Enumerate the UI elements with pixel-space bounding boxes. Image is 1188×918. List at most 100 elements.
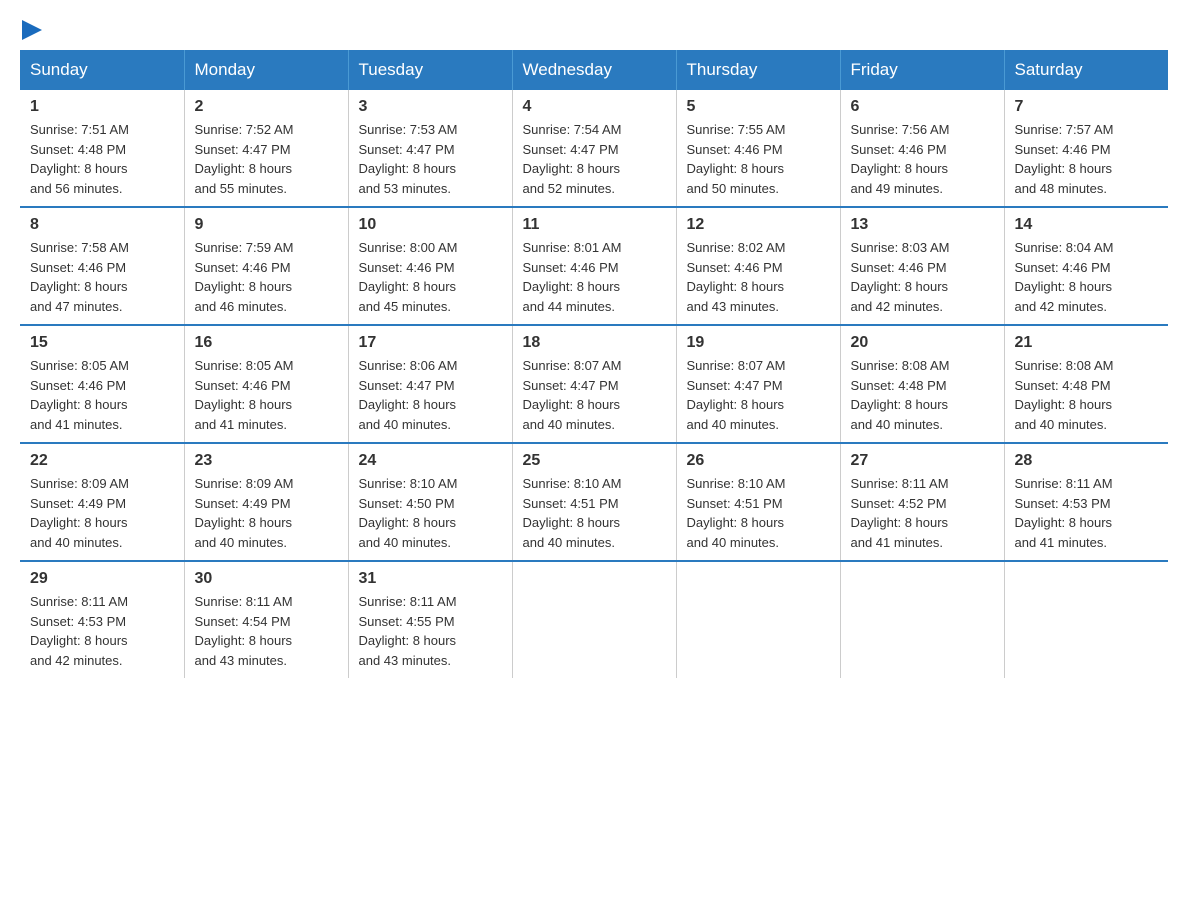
day-number: 6 bbox=[851, 98, 994, 116]
day-info: Sunrise: 8:04 AMSunset: 4:46 PMDaylight:… bbox=[1015, 238, 1159, 316]
calendar-cell: 14 Sunrise: 8:04 AMSunset: 4:46 PMDayligh… bbox=[1004, 207, 1168, 325]
calendar-table: SundayMondayTuesdayWednesdayThursdayFrid… bbox=[20, 50, 1168, 678]
day-number: 3 bbox=[359, 98, 502, 116]
day-number: 29 bbox=[30, 570, 174, 588]
weekday-header-thursday: Thursday bbox=[676, 50, 840, 90]
day-info: Sunrise: 8:11 AMSunset: 4:53 PMDaylight:… bbox=[30, 592, 174, 670]
calendar-cell: 31 Sunrise: 8:11 AMSunset: 4:55 PMDayligh… bbox=[348, 561, 512, 678]
calendar-cell: 5 Sunrise: 7:55 AMSunset: 4:46 PMDaylight… bbox=[676, 90, 840, 207]
logo-arrow-icon bbox=[22, 20, 42, 40]
day-info: Sunrise: 7:51 AMSunset: 4:48 PMDaylight:… bbox=[30, 120, 174, 198]
calendar-cell: 26Sunrise: 8:10 AMSunset: 4:51 PMDayligh… bbox=[676, 443, 840, 561]
day-number: 22 bbox=[30, 452, 174, 470]
calendar-cell: 3 Sunrise: 7:53 AMSunset: 4:47 PMDaylight… bbox=[348, 90, 512, 207]
weekday-header-wednesday: Wednesday bbox=[512, 50, 676, 90]
calendar-cell: 16Sunrise: 8:05 AMSunset: 4:46 PMDayligh… bbox=[184, 325, 348, 443]
day-info: Sunrise: 8:05 AMSunset: 4:46 PMDaylight:… bbox=[30, 356, 174, 434]
day-number: 21 bbox=[1015, 334, 1159, 352]
day-number: 10 bbox=[359, 216, 502, 234]
calendar-cell: 9 Sunrise: 7:59 AMSunset: 4:46 PMDaylight… bbox=[184, 207, 348, 325]
day-info: Sunrise: 8:05 AMSunset: 4:46 PMDaylight:… bbox=[195, 356, 338, 434]
calendar-cell bbox=[676, 561, 840, 678]
calendar-cell: 12 Sunrise: 8:02 AMSunset: 4:46 PMDayligh… bbox=[676, 207, 840, 325]
day-info: Sunrise: 7:53 AMSunset: 4:47 PMDaylight:… bbox=[359, 120, 502, 198]
day-number: 30 bbox=[195, 570, 338, 588]
day-info: Sunrise: 7:59 AMSunset: 4:46 PMDaylight:… bbox=[195, 238, 338, 316]
day-info: Sunrise: 8:00 AMSunset: 4:46 PMDaylight:… bbox=[359, 238, 502, 316]
calendar-cell: 2Sunrise: 7:52 AMSunset: 4:47 PMDaylight… bbox=[184, 90, 348, 207]
day-info: Sunrise: 7:52 AMSunset: 4:47 PMDaylight:… bbox=[195, 120, 338, 198]
day-number: 11 bbox=[523, 216, 666, 234]
calendar-week-row: 22 Sunrise: 8:09 AMSunset: 4:49 PMDayligh… bbox=[20, 443, 1168, 561]
day-number: 14 bbox=[1015, 216, 1159, 234]
day-info: Sunrise: 8:02 AMSunset: 4:46 PMDaylight:… bbox=[687, 238, 830, 316]
day-info: Sunrise: 8:11 AMSunset: 4:55 PMDaylight:… bbox=[359, 592, 502, 670]
day-info: Sunrise: 7:55 AMSunset: 4:46 PMDaylight:… bbox=[687, 120, 830, 198]
day-info: Sunrise: 8:06 AMSunset: 4:47 PMDaylight:… bbox=[359, 356, 502, 434]
calendar-cell bbox=[840, 561, 1004, 678]
day-info: Sunrise: 8:11 AMSunset: 4:54 PMDaylight:… bbox=[195, 592, 338, 670]
weekday-header-friday: Friday bbox=[840, 50, 1004, 90]
day-info: Sunrise: 8:07 AMSunset: 4:47 PMDaylight:… bbox=[523, 356, 666, 434]
day-info: Sunrise: 8:09 AMSunset: 4:49 PMDaylight:… bbox=[30, 474, 174, 552]
day-number: 25 bbox=[523, 452, 666, 470]
day-number: 12 bbox=[687, 216, 830, 234]
calendar-week-row: 8 Sunrise: 7:58 AMSunset: 4:46 PMDaylight… bbox=[20, 207, 1168, 325]
day-info: Sunrise: 7:54 AMSunset: 4:47 PMDaylight:… bbox=[523, 120, 666, 198]
calendar-cell: 25 Sunrise: 8:10 AMSunset: 4:51 PMDayligh… bbox=[512, 443, 676, 561]
calendar-cell: 21 Sunrise: 8:08 AMSunset: 4:48 PMDayligh… bbox=[1004, 325, 1168, 443]
day-info: Sunrise: 7:58 AMSunset: 4:46 PMDaylight:… bbox=[30, 238, 174, 316]
day-info: Sunrise: 8:08 AMSunset: 4:48 PMDaylight:… bbox=[1015, 356, 1159, 434]
calendar-cell: 24Sunrise: 8:10 AMSunset: 4:50 PMDayligh… bbox=[348, 443, 512, 561]
day-number: 28 bbox=[1015, 452, 1159, 470]
calendar-week-row: 29 Sunrise: 8:11 AMSunset: 4:53 PMDayligh… bbox=[20, 561, 1168, 678]
day-info: Sunrise: 8:07 AMSunset: 4:47 PMDaylight:… bbox=[687, 356, 830, 434]
day-number: 17 bbox=[359, 334, 502, 352]
day-info: Sunrise: 8:08 AMSunset: 4:48 PMDaylight:… bbox=[851, 356, 994, 434]
day-info: Sunrise: 7:57 AMSunset: 4:46 PMDaylight:… bbox=[1015, 120, 1159, 198]
calendar-cell: 7Sunrise: 7:57 AMSunset: 4:46 PMDaylight… bbox=[1004, 90, 1168, 207]
calendar-cell: 10 Sunrise: 8:00 AMSunset: 4:46 PMDayligh… bbox=[348, 207, 512, 325]
calendar-cell: 1 Sunrise: 7:51 AMSunset: 4:48 PMDaylight… bbox=[20, 90, 184, 207]
calendar-cell: 6Sunrise: 7:56 AMSunset: 4:46 PMDaylight… bbox=[840, 90, 1004, 207]
calendar-cell: 22 Sunrise: 8:09 AMSunset: 4:49 PMDayligh… bbox=[20, 443, 184, 561]
day-info: Sunrise: 8:11 AMSunset: 4:52 PMDaylight:… bbox=[851, 474, 994, 552]
day-number: 8 bbox=[30, 216, 174, 234]
calendar-cell: 27 Sunrise: 8:11 AMSunset: 4:52 PMDayligh… bbox=[840, 443, 1004, 561]
calendar-cell: 20 Sunrise: 8:08 AMSunset: 4:48 PMDayligh… bbox=[840, 325, 1004, 443]
calendar-cell: 29 Sunrise: 8:11 AMSunset: 4:53 PMDayligh… bbox=[20, 561, 184, 678]
weekday-header-tuesday: Tuesday bbox=[348, 50, 512, 90]
day-number: 1 bbox=[30, 98, 174, 116]
calendar-cell: 23Sunrise: 8:09 AMSunset: 4:49 PMDayligh… bbox=[184, 443, 348, 561]
calendar-cell: 28Sunrise: 8:11 AMSunset: 4:53 PMDayligh… bbox=[1004, 443, 1168, 561]
day-info: Sunrise: 8:01 AMSunset: 4:46 PMDaylight:… bbox=[523, 238, 666, 316]
page-header bbox=[20, 20, 1168, 40]
calendar-cell: 18 Sunrise: 8:07 AMSunset: 4:47 PMDayligh… bbox=[512, 325, 676, 443]
day-info: Sunrise: 8:10 AMSunset: 4:50 PMDaylight:… bbox=[359, 474, 502, 552]
calendar-week-row: 1 Sunrise: 7:51 AMSunset: 4:48 PMDaylight… bbox=[20, 90, 1168, 207]
day-number: 20 bbox=[851, 334, 994, 352]
day-info: Sunrise: 8:10 AMSunset: 4:51 PMDaylight:… bbox=[523, 474, 666, 552]
calendar-cell: 19Sunrise: 8:07 AMSunset: 4:47 PMDayligh… bbox=[676, 325, 840, 443]
day-number: 31 bbox=[359, 570, 502, 588]
day-number: 9 bbox=[195, 216, 338, 234]
calendar-cell bbox=[1004, 561, 1168, 678]
weekday-header-saturday: Saturday bbox=[1004, 50, 1168, 90]
calendar-cell: 4 Sunrise: 7:54 AMSunset: 4:47 PMDaylight… bbox=[512, 90, 676, 207]
calendar-cell bbox=[512, 561, 676, 678]
calendar-cell: 17 Sunrise: 8:06 AMSunset: 4:47 PMDayligh… bbox=[348, 325, 512, 443]
calendar-cell: 8 Sunrise: 7:58 AMSunset: 4:46 PMDaylight… bbox=[20, 207, 184, 325]
day-number: 27 bbox=[851, 452, 994, 470]
day-number: 5 bbox=[687, 98, 830, 116]
logo bbox=[20, 20, 42, 40]
calendar-cell: 11 Sunrise: 8:01 AMSunset: 4:46 PMDayligh… bbox=[512, 207, 676, 325]
weekday-header-monday: Monday bbox=[184, 50, 348, 90]
day-number: 4 bbox=[523, 98, 666, 116]
day-number: 18 bbox=[523, 334, 666, 352]
calendar-cell: 15 Sunrise: 8:05 AMSunset: 4:46 PMDayligh… bbox=[20, 325, 184, 443]
calendar-week-row: 15 Sunrise: 8:05 AMSunset: 4:46 PMDayligh… bbox=[20, 325, 1168, 443]
day-number: 23 bbox=[195, 452, 338, 470]
day-number: 13 bbox=[851, 216, 994, 234]
day-info: Sunrise: 8:03 AMSunset: 4:46 PMDaylight:… bbox=[851, 238, 994, 316]
day-number: 15 bbox=[30, 334, 174, 352]
